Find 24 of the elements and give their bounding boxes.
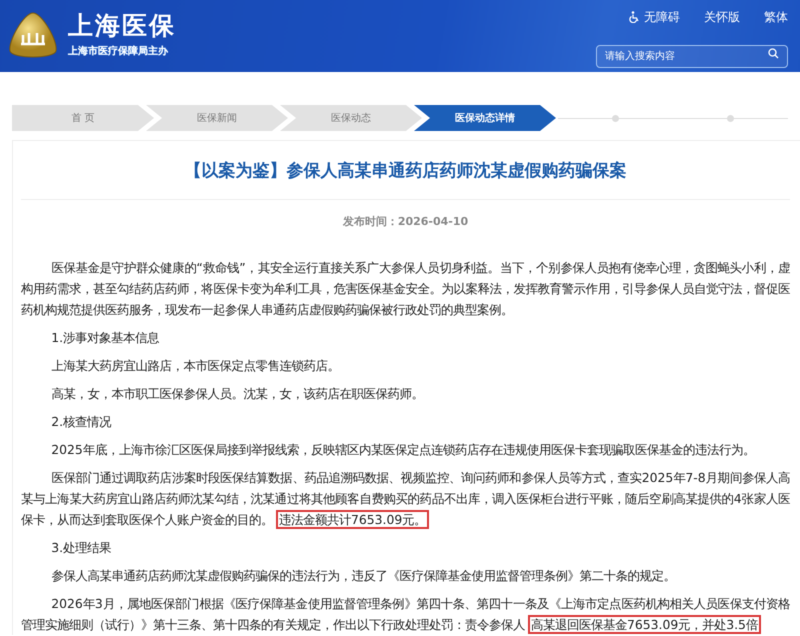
article-paragraph: 2025年底，上海市徐汇区医保局接到举报线索，反映辖区内某医保定点连锁药店存在违规使用医保卡套现骗取医保基金的违法行为。 [50, 440, 756, 459]
article-paragraph: 参保人高某串通药店药师沈某虚假购药骗保的违法行为，违反了《医疗保障基金使用监督管理条例》第二十条的规定。 [50, 566, 676, 585]
article-paragraph: 1.涉事对象基本信息 [50, 328, 160, 347]
breadcrumb-tab[interactable]: 首 页 [12, 105, 154, 131]
article-paragraph: 3.处理结果 [50, 538, 112, 557]
wheelchair-icon [629, 10, 640, 22]
search-icon[interactable] [768, 48, 779, 58]
article-paragraph: 2.核查情况 [50, 412, 112, 431]
article-paragraph: 高某，女，本市职工医保参保人员。沈某，女，该药店在职医保药师。 [50, 384, 424, 403]
breadcrumb-tab[interactable]: 医保动态 [280, 105, 422, 131]
site-title[interactable]: 上海医保 [68, 13, 176, 38]
top-link[interactable]: 繁体 [764, 8, 788, 26]
publish-date: 发布时间：2026-04-10 [342, 214, 470, 230]
article-title: 【以案为鉴】参保人高某串通药店药师沈某虚假购药骗保案 [21, 141, 790, 200]
top-link[interactable]: 无障碍 [629, 8, 680, 26]
article-paragraph: 上海某大药房宜山路店，本市医保定点零售连锁药店。 [50, 356, 340, 375]
article-paragraph: 医保部门通过调取药店涉案时段医保结算数据、药品追溯码数据、视频监控、询问药师和参保人员等方式，查实2025年7-8月期间参保人高某与上海某大药房宜山路店药师沈某勾结，沈某通过将其他顾客自费购买的药品不出库，调入医保柜台进行平账，随后空刷高某提供的4张家人医保卡，从而达到套取医保个人账户资金的目的。 违法金额共计7653.09元。 [21, 468, 790, 530]
article-paragraph: 医保基金是守护群众健康的“救命钱”，其安全运行直接关系广大参保人员切身利益。当下，个别参保人员抱有侥幸心理，贪图蝇头小利，虚构用药需求，甚至勾结药店药师，将医保卡变为牟利工具，危害医保基金安全。为以案释法，发挥教育警示作用，引导参保人员自觉守法，督促医药机构规范提供医药服务，现发布一起参保人串通药店虚假购药骗保被行政处罚的典型案例。 [21, 258, 790, 319]
search-field[interactable]: 请输入搜索内容 [596, 44, 788, 68]
breadcrumb-tab[interactable]: 医保新闻 [146, 105, 288, 131]
article-paragraph: 2026年3月，属地医保部门根据《医疗保障基金使用监督管理条例》第四十条、第四十一条及《上海市定点医药机构相关人员医保支付资格管理实施细则（试行）》第十三条、第十四条的有关规定，作出以下行政处理处罚：责令参保人 高某退回医保基金7653.09元，并处3.5倍 [21, 594, 790, 635]
breadcrumb-tab[interactable]: 医保动态详情 [414, 105, 556, 131]
top-link[interactable]: 关怀版 [704, 8, 740, 26]
site-subtitle: 上海市医疗保障局主办 [68, 44, 169, 59]
